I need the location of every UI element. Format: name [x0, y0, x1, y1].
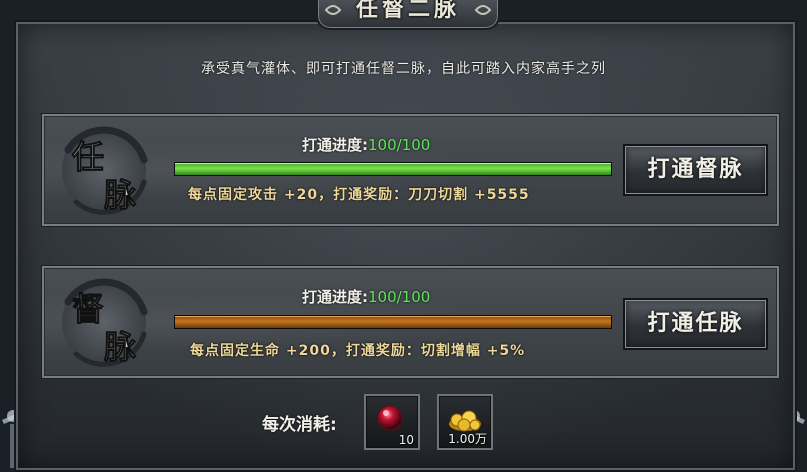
open-du-meridian-button[interactable]: 打通督脉	[623, 144, 768, 196]
cost-item-amount: 10	[398, 433, 414, 447]
seal-char-bottom: 脉	[104, 176, 137, 214]
cost-item-slot-orb[interactable]: 10	[364, 394, 420, 450]
progress-bar	[174, 162, 612, 176]
window-title: 任督二脉	[355, 0, 460, 22]
ink-seal-ren-icon: 任 脉	[62, 126, 148, 215]
seal-char-top: 任	[72, 138, 104, 176]
meridian-row-ren: 任 脉 打通进度:100/100 每点固定攻击 +20，打通奖励：刀刀切割 +5…	[42, 114, 779, 226]
progress-bar-fill	[175, 316, 611, 328]
open-ren-meridian-button[interactable]: 打通任脉	[623, 298, 768, 350]
progress-bar	[174, 315, 612, 329]
progress-label-text: 打通进度:	[302, 136, 368, 154]
progress-value: 100/100	[368, 136, 431, 154]
title-ornament-right-icon	[474, 5, 492, 15]
cost-item-slot-gold[interactable]: 1.00万	[437, 394, 493, 450]
progress-bar-fill	[175, 163, 611, 175]
progress-label: 打通进度:100/100	[302, 134, 430, 155]
title-ornament-left-icon	[324, 5, 342, 15]
seal-char-bottom: 脉	[104, 328, 137, 366]
meridian-row-du: 督 脉 打通进度:100/100 每点固定生命 +200，打通奖励：切割增幅 +…	[42, 266, 779, 378]
cost-label: 每次消耗:	[262, 415, 337, 435]
progress-label-text: 打通进度:	[302, 288, 368, 306]
description-text: 承受真气灌体、即可打通任督二脉，自此可踏入内家高手之列	[201, 61, 606, 77]
window-title-plate: 任督二脉	[316, 0, 500, 30]
ink-seal-du-icon: 督 脉	[62, 278, 148, 367]
progress-label: 打通进度:100/100	[302, 286, 430, 307]
bonus-text: 每点固定生命 +200，打通奖励：切割增幅 +5%	[190, 343, 526, 359]
seal-char-top: 督	[72, 290, 104, 328]
bonus-text: 每点固定攻击 +20，打通奖励：刀刀切割 +5555	[188, 187, 530, 203]
progress-value: 100/100	[368, 288, 431, 306]
cost-item-amount: 1.00万	[448, 432, 487, 446]
